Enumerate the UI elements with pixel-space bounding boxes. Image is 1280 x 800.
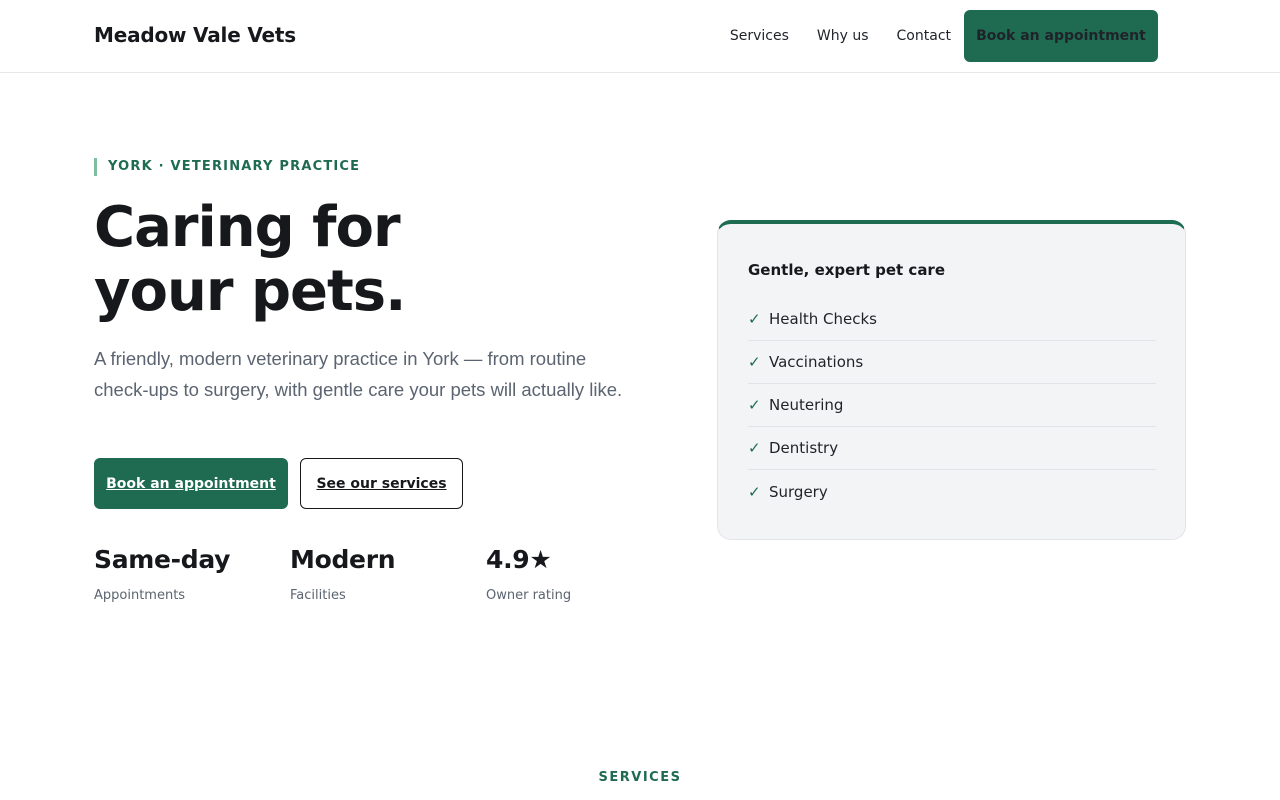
check-icon: ✓ bbox=[748, 353, 761, 371]
headline-line-1: Caring for bbox=[94, 195, 401, 260]
stat-value: 4.9★ bbox=[486, 545, 552, 574]
care-item-label: Surgery bbox=[769, 482, 828, 501]
stat-modern: Modern Facilities bbox=[290, 544, 486, 603]
nav-why-us-link[interactable]: Why us bbox=[817, 28, 869, 44]
care-item-label: Neutering bbox=[769, 396, 844, 414]
header-book-appointment-button[interactable]: Book an appointment bbox=[964, 10, 1158, 62]
main-nav: Services Why us Contact Book an appointm… bbox=[730, 10, 1186, 62]
hero-lead-text: A friendly, modern veterinary practice i… bbox=[94, 348, 623, 400]
care-list-item: ✓ Vaccinations bbox=[748, 341, 1156, 384]
brand-logo[interactable]: Meadow Vale Vets bbox=[94, 23, 296, 47]
check-icon: ✓ bbox=[748, 310, 761, 328]
care-list: ✓ Health Checks ✓ Vaccinations ✓ Neutering … bbox=[748, 298, 1156, 513]
hero-book-appointment-button[interactable]: Book an appointment bbox=[94, 458, 288, 509]
check-icon: ✓ bbox=[748, 482, 761, 501]
see-services-button[interactable]: See our services bbox=[300, 458, 463, 509]
care-item-label: Vaccinations bbox=[769, 353, 864, 371]
care-list-item: ✓ Surgery bbox=[748, 470, 1156, 513]
hero-cta-row: Book an appointment See our services bbox=[94, 458, 463, 509]
hero-eyebrow: YORK · VETERINARY PRACTICE bbox=[94, 158, 360, 176]
stat-label: Appointments bbox=[94, 588, 186, 603]
headline-line-2: your pets. bbox=[94, 259, 406, 324]
hero-headline: Caring for your pets. bbox=[94, 196, 654, 324]
check-icon: ✓ bbox=[748, 396, 761, 414]
stat-value: Same-day bbox=[94, 545, 231, 574]
care-list-item: ✓ Neutering bbox=[748, 384, 1156, 427]
nav-services-link[interactable]: Services bbox=[730, 28, 789, 44]
services-section-label: SERVICES bbox=[598, 770, 682, 785]
site-header: Meadow Vale Vets Services Why us Contact… bbox=[0, 0, 1280, 73]
care-list-item: ✓ Health Checks bbox=[748, 298, 1156, 341]
care-item-label: Health Checks bbox=[769, 310, 877, 328]
hero-stats: Same-day Appointments Modern Facilities … bbox=[94, 544, 682, 603]
stat-rating: 4.9★ Owner rating bbox=[486, 544, 682, 603]
care-card: Gentle, expert pet care ✓ Health Checks ✓… bbox=[717, 220, 1186, 540]
care-item-label: Dentistry bbox=[769, 439, 839, 457]
stat-label: Facilities bbox=[290, 588, 346, 603]
stat-same-day: Same-day Appointments bbox=[94, 544, 290, 603]
stat-label: Owner rating bbox=[486, 588, 572, 603]
nav-contact-link[interactable]: Contact bbox=[897, 28, 951, 44]
check-icon: ✓ bbox=[748, 439, 761, 457]
hero-lead: A friendly, modern veterinary practice i… bbox=[94, 344, 634, 406]
care-list-item: ✓ Dentistry bbox=[748, 427, 1156, 470]
stat-value: Modern bbox=[290, 545, 396, 574]
care-card-title: Gentle, expert pet care bbox=[748, 261, 946, 279]
